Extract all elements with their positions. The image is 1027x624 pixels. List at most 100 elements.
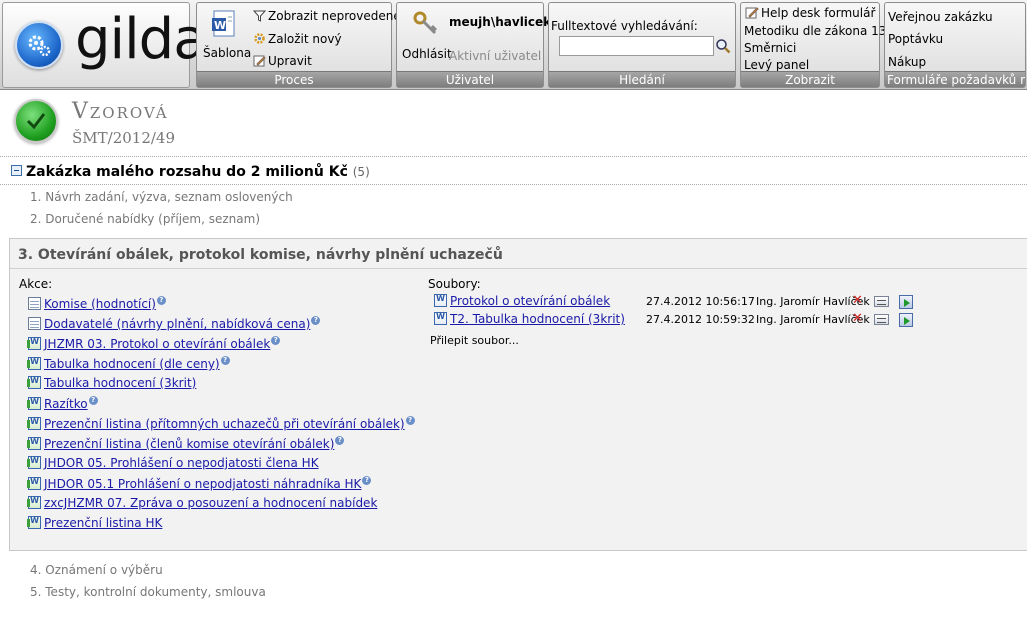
sablona-label: Šablona: [203, 46, 252, 60]
check-status-icon: [14, 99, 58, 143]
ribbon-group-label: Hledání: [549, 71, 735, 87]
sign-document-icon[interactable]: [899, 313, 913, 327]
help-icon[interactable]: ?: [156, 296, 166, 305]
action-item: Tabulka hodnocení (dle ceny)?: [27, 356, 230, 371]
word-template-icon: [27, 337, 41, 350]
action-item: JHDOR 05.1 Prohlášení o nepodjatosti náh…: [27, 476, 372, 491]
word-template-icon: [27, 437, 41, 450]
action-item: Prezenční listina (přítomných uchazečů p…: [27, 416, 415, 431]
word-template-icon: [27, 376, 41, 389]
action-item: Tabulka hodnocení (3krit): [27, 376, 196, 390]
levy-panel-button[interactable]: Levý panel: [744, 58, 809, 72]
help-icon[interactable]: ?: [311, 316, 321, 325]
ribbon-group-proces: W Šablona Zobrazit neprovedené Založit n…: [196, 2, 401, 88]
verejnou-zakazku-button[interactable]: Veřejnou zakázku: [888, 10, 993, 24]
search-icon[interactable]: [715, 38, 731, 57]
ribbon-group-uzivatel: Odhlásit meujh\havlicekj Aktivní uživate…: [396, 2, 555, 88]
action-link[interactable]: JHZMR 03. Protokol o otevírání obálek: [44, 337, 270, 351]
document-header: Vzorová ŠMT/2012/49: [0, 91, 1027, 153]
help-icon[interactable]: ?: [362, 476, 372, 485]
files-label: Soubory:: [428, 277, 481, 291]
paste-file-button[interactable]: Přilepit soubor...: [430, 334, 519, 347]
word-template-icon: [27, 496, 41, 509]
edit-icon: [253, 54, 266, 70]
logo-text: gilda: [75, 7, 208, 72]
action-link[interactable]: Komise (hodnotící): [44, 297, 156, 311]
process-heading-text: Zakázka malého rozsahu do 2 milionů Kč: [26, 164, 348, 180]
action-item: zxcJHZMR 07. Zpráva o posouzení a hodnoc…: [27, 496, 377, 510]
form-edit-icon: [745, 6, 759, 22]
action-item: JHZMR 03. Protokol o otevírání obálek?: [27, 336, 281, 351]
delete-icon[interactable]: ✕: [852, 311, 863, 326]
action-link[interactable]: Prezenční listina (přítomných uchazečů p…: [44, 417, 405, 431]
current-step-panel: 3. Otevírání obálek, protokol komise, ná…: [9, 238, 1027, 551]
upravit-button[interactable]: Upravit: [253, 54, 312, 70]
help-icon[interactable]: ?: [335, 436, 345, 445]
step-item-1[interactable]: 1. Návrh zadání, výzva, seznam oslovenýc…: [30, 190, 293, 204]
word-template-icon: [27, 357, 41, 370]
step-item-4[interactable]: 4. Oznámení o výběru: [30, 563, 163, 577]
fulltext-label: Fulltextové vyhledávání:: [551, 19, 698, 33]
poptavku-button[interactable]: Poptávku: [888, 32, 943, 46]
action-item: Razítko?: [27, 396, 98, 411]
fulltext-search-input[interactable]: [559, 36, 714, 56]
ribbon-group-hledani: Fulltextové vyhledávání: Hledání: [548, 2, 736, 88]
file-datetime: 27.4.2012 10:59:32: [646, 313, 755, 326]
actions-label: Akce:: [19, 277, 53, 291]
metodiku-button[interactable]: Metodiku dle zákona 137: [744, 24, 894, 38]
divider: [0, 156, 1027, 157]
table-icon: [28, 317, 41, 330]
keys-icon: [413, 11, 438, 35]
gear-logo-icon: [15, 21, 63, 69]
sign-document-icon[interactable]: [899, 295, 913, 309]
file-datetime: 27.4.2012 10:56:17: [646, 295, 755, 308]
send-mail-icon[interactable]: [874, 296, 889, 307]
word-template-icon: [27, 456, 41, 469]
step-item-2[interactable]: 2. Doručené nabídky (příjem, seznam): [30, 212, 260, 226]
action-link[interactable]: Tabulka hodnocení (dle ceny): [44, 357, 220, 371]
action-link[interactable]: JHDOR 05. Prohlášení o nepodjatosti člen…: [44, 456, 319, 470]
sablona-button[interactable]: W Šablona: [203, 8, 251, 60]
word-file-icon: [434, 294, 447, 307]
new-gear-icon: [253, 32, 266, 48]
collapse-icon[interactable]: [11, 165, 22, 176]
zobrazit-neprovedene-button[interactable]: Zobrazit neprovedené: [252, 9, 401, 25]
file-item: T2. Tabulka hodnocení (3krit): [434, 312, 625, 326]
smernici-button[interactable]: Směrnici: [744, 41, 796, 55]
action-link[interactable]: JHDOR 05.1 Prohlášení o nepodjatosti náh…: [44, 477, 361, 491]
word-template-icon: [27, 477, 41, 490]
action-link[interactable]: Prezenční listina HK: [44, 516, 162, 530]
svg-text:W: W: [214, 19, 226, 32]
help-icon[interactable]: ?: [88, 396, 98, 405]
zalozit-novy-button[interactable]: Založit nový: [253, 32, 342, 48]
word-template-icon: [27, 417, 41, 430]
action-link[interactable]: Dodavatelé (návrhy plnění, nabídková cen…: [44, 317, 310, 331]
action-link[interactable]: zxcJHZMR 07. Zpráva o posouzení a hodnoc…: [44, 496, 377, 510]
help-icon[interactable]: ?: [405, 416, 415, 425]
document-title: Vzorová: [72, 99, 169, 124]
action-link[interactable]: Prezenční listina (členů komise otevírán…: [44, 437, 334, 451]
document-number: ŠMT/2012/49: [72, 129, 176, 147]
send-mail-icon[interactable]: [874, 314, 889, 325]
divider: [10, 268, 1027, 269]
table-icon: [28, 297, 41, 310]
action-link[interactable]: Tabulka hodnocení (3krit): [44, 376, 196, 390]
help-desk-formular-button[interactable]: Help desk formulář: [745, 6, 875, 22]
word-document-icon: W: [212, 10, 235, 37]
nakup-button[interactable]: Nákup: [888, 55, 926, 69]
help-icon[interactable]: ?: [271, 336, 281, 345]
aktivni-uzivatel-button[interactable]: Aktivní uživatel: [449, 49, 541, 63]
help-icon[interactable]: ?: [220, 356, 230, 365]
delete-icon[interactable]: ✕: [852, 293, 863, 308]
word-template-icon: [27, 397, 41, 410]
odhlasit-button[interactable]: Odhlásit: [401, 9, 452, 61]
file-link[interactable]: T2. Tabulka hodnocení (3krit): [450, 312, 625, 326]
process-heading: Zakázka malého rozsahu do 2 milionů Kč (…: [11, 164, 370, 180]
step-count: (5): [352, 165, 370, 179]
step-item-5[interactable]: 5. Testy, kontrolní dokumenty, smlouva: [30, 585, 266, 599]
action-link[interactable]: Razítko: [44, 397, 88, 411]
ribbon-group-zobrazit: Help desk formulář Metodiku dle zákona 1…: [740, 2, 894, 88]
file-link[interactable]: Protokol o otevírání obálek: [450, 294, 610, 308]
action-item: JHDOR 05. Prohlášení o nepodjatosti člen…: [27, 456, 319, 470]
word-file-icon: [434, 312, 447, 325]
